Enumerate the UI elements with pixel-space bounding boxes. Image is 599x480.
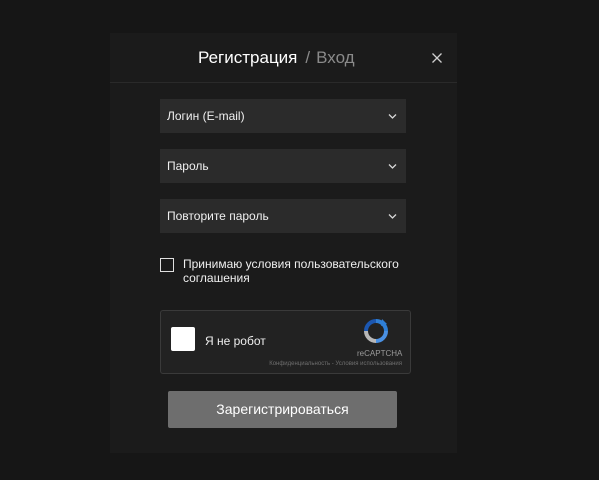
password-field[interactable]: Пароль	[160, 149, 406, 183]
recaptcha-brand: reCAPTCHA	[357, 349, 403, 358]
register-button[interactable]: Зарегистрироваться	[168, 391, 397, 428]
repeat-password-field[interactable]: Повторите пароль	[160, 199, 406, 233]
chevron-down-icon	[388, 114, 397, 119]
tab-register[interactable]: Регистрация	[198, 48, 297, 67]
recaptcha-widget: Я не робот reCAPTCHA Конфиденциальность …	[160, 310, 411, 374]
auth-tabs: Регистрация / Вход	[198, 48, 355, 68]
terms-checkbox[interactable]	[160, 258, 174, 272]
close-icon[interactable]	[431, 52, 443, 64]
terms-label[interactable]: Принимаю условия пользовательского согла…	[183, 257, 413, 285]
login-email-field[interactable]: Логин (E-mail)	[160, 99, 406, 133]
recaptcha-links[interactable]: Конфиденциальность - Условия использован…	[269, 361, 402, 368]
modal-header: Регистрация / Вход	[110, 33, 457, 83]
recaptcha-logo-icon	[364, 319, 388, 343]
recaptcha-checkbox[interactable]	[171, 327, 195, 351]
password-label: Пароль	[167, 159, 209, 173]
repeat-password-label: Повторите пароль	[167, 209, 269, 223]
registration-modal: Регистрация / Вход Логин (E-mail) Пароль П…	[110, 33, 457, 453]
recaptcha-label: Я не робот	[205, 334, 266, 348]
chevron-down-icon	[388, 164, 397, 169]
tab-login[interactable]: Вход	[316, 48, 354, 67]
tab-separator: /	[305, 48, 311, 67]
chevron-down-icon	[388, 214, 397, 219]
login-email-label: Логин (E-mail)	[167, 109, 245, 123]
